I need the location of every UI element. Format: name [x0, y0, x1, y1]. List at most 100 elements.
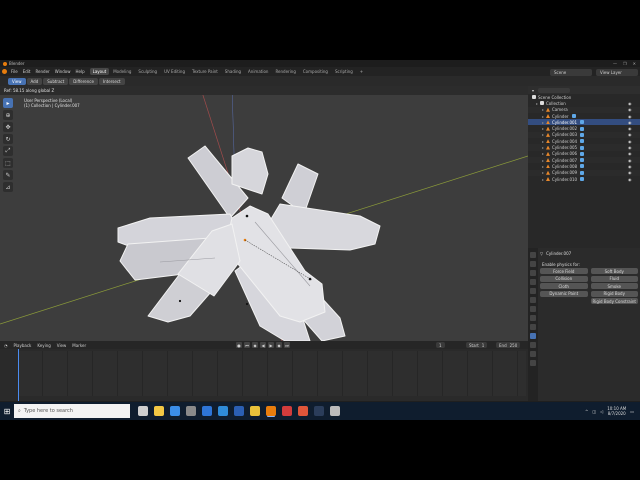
record-icon[interactable]: ●: [236, 342, 242, 348]
mode-difference-button[interactable]: Difference: [69, 77, 98, 85]
scene-render[interactable]: [0, 86, 528, 341]
physics-tab-icon[interactable]: [530, 333, 536, 339]
expand-arrow-icon[interactable]: ▸: [542, 114, 546, 119]
blender-icon[interactable]: [266, 406, 276, 416]
expand-arrow-icon[interactable]: ▸: [542, 151, 546, 156]
menu-window[interactable]: Window: [55, 69, 71, 74]
material-tab-icon[interactable]: [530, 360, 536, 366]
cylinder-cluster[interactable]: [117, 145, 381, 341]
physics-fluid-button[interactable]: Fluid: [590, 275, 638, 282]
expand-arrow-icon[interactable]: ▸: [542, 120, 546, 125]
visibility-toggle-icon[interactable]: ◉: [628, 170, 637, 175]
tool-tab-icon[interactable]: [530, 252, 536, 258]
network-icon[interactable]: ◫: [592, 409, 596, 414]
select-icon[interactable]: ▸: [3, 98, 13, 108]
jump-start-icon[interactable]: ⏮: [244, 342, 250, 348]
outliner-object-row[interactable]: ▸ Cylinder.010 ◉: [528, 176, 640, 182]
play-icon[interactable]: ▶: [268, 342, 274, 348]
expand-arrow-icon[interactable]: ▸: [542, 164, 546, 169]
jump-end-icon[interactable]: ⏭: [284, 342, 290, 348]
visibility-toggle-icon[interactable]: ◉: [628, 114, 637, 119]
workspace-tab-modeling[interactable]: Modeling: [110, 68, 134, 75]
particles-tab-icon[interactable]: [530, 324, 536, 330]
expand-arrow-icon[interactable]: ▸: [542, 139, 546, 144]
scene-selector[interactable]: Scene: [550, 69, 592, 76]
close-button[interactable]: ✕: [633, 61, 636, 66]
expand-arrow-icon[interactable]: ▸: [542, 177, 546, 182]
data-tab-icon[interactable]: [530, 351, 536, 357]
physics-dynamic-paint-button[interactable]: Dynamic Paint: [540, 290, 588, 297]
store-icon[interactable]: [170, 406, 180, 416]
task-view-icon[interactable]: [138, 406, 148, 416]
taskbar-search-box[interactable]: ⌕ Type here to search: [14, 404, 130, 418]
workspace-tab-texture-paint[interactable]: Texture Paint: [189, 68, 221, 75]
volume-icon[interactable]: ◁: [600, 409, 603, 414]
visibility-toggle-icon[interactable]: ◉: [628, 145, 637, 150]
calculator-icon[interactable]: [186, 406, 196, 416]
timeline-menu-view[interactable]: View: [57, 343, 67, 348]
next-key-icon[interactable]: ◆: [276, 342, 282, 348]
constraints-tab-icon[interactable]: [530, 342, 536, 348]
chevron-up-icon[interactable]: ^: [585, 409, 588, 414]
timeline-playhead[interactable]: [18, 349, 19, 401]
notifications-icon[interactable]: ▭: [630, 409, 634, 414]
cursor-icon[interactable]: ⊕: [3, 110, 13, 120]
play-reverse-icon[interactable]: ◀: [260, 342, 266, 348]
add-workspace-button[interactable]: +: [357, 68, 366, 75]
editor-type-icon[interactable]: ◔: [4, 343, 8, 348]
visibility-toggle-icon[interactable]: ◉: [628, 120, 637, 125]
prev-key-icon[interactable]: ◆: [252, 342, 258, 348]
render-tab-icon[interactable]: [530, 261, 536, 267]
expand-arrow-icon[interactable]: ▸: [542, 132, 546, 137]
workspace-tab-layout[interactable]: Layout: [89, 68, 110, 75]
taskbar-clock[interactable]: 10:10 AM 8/7/2020: [607, 406, 626, 416]
end-frame-field[interactable]: End 250: [496, 342, 521, 348]
menu-render[interactable]: Render: [35, 69, 49, 74]
expand-arrow-icon[interactable]: ▸: [542, 145, 546, 150]
visibility-toggle-icon[interactable]: ◉: [628, 126, 637, 131]
outliner-search-input[interactable]: [538, 87, 571, 93]
scene-tab-icon[interactable]: [530, 288, 536, 294]
rotate-icon[interactable]: ↻: [3, 134, 13, 144]
workspace-tab-rendering[interactable]: Rendering: [272, 68, 298, 75]
output-tab-icon[interactable]: [530, 270, 536, 276]
visibility-toggle-icon[interactable]: ◉: [628, 158, 637, 163]
maximize-button[interactable]: ❐: [623, 61, 627, 66]
physics-collision-button[interactable]: Collision: [540, 275, 588, 282]
view-layer-tab-icon[interactable]: [530, 279, 536, 285]
steam-icon[interactable]: [314, 406, 324, 416]
start-frame-field[interactable]: Start 1: [466, 342, 488, 348]
chrome-icon[interactable]: [250, 406, 260, 416]
visibility-toggle-icon[interactable]: ◉: [628, 139, 637, 144]
settings-icon[interactable]: [330, 406, 340, 416]
edge-icon[interactable]: [218, 406, 228, 416]
visibility-toggle-icon[interactable]: ◉: [628, 132, 637, 137]
visibility-toggle-icon[interactable]: ◉: [628, 164, 637, 169]
workspace-tab-uv-editing[interactable]: UV Editing: [161, 68, 188, 75]
visibility-toggle-icon[interactable]: ◉: [628, 177, 637, 182]
3d-viewport[interactable]: Ref: 58.15 along global Z User Perspecti…: [0, 86, 528, 341]
object-tab-icon[interactable]: [530, 306, 536, 312]
physics-soft-body-button[interactable]: Soft Body: [590, 268, 638, 274]
minimize-button[interactable]: —: [613, 61, 617, 66]
mode-intersect-button[interactable]: Intersect: [98, 77, 125, 85]
expand-arrow-icon[interactable]: ▸: [542, 126, 546, 131]
brave-icon[interactable]: [298, 406, 308, 416]
mode-subtract-button[interactable]: Subtract: [43, 77, 69, 85]
physics-rigid-body-button[interactable]: Rigid Body: [590, 290, 638, 297]
word-icon[interactable]: [234, 406, 244, 416]
workspace-tab-animation[interactable]: Animation: [245, 68, 271, 75]
mode-add-button[interactable]: Add: [26, 77, 43, 85]
expand-arrow-icon[interactable]: ▸: [542, 158, 546, 163]
workspace-tab-compositing[interactable]: Compositing: [300, 68, 331, 75]
visibility-toggle-icon[interactable]: ◉: [628, 107, 637, 112]
expand-arrow-icon[interactable]: ▸: [542, 170, 546, 175]
mail-icon[interactable]: [202, 406, 212, 416]
transform-icon[interactable]: ⬚: [3, 158, 13, 168]
menu-edit[interactable]: Edit: [23, 69, 31, 74]
mode-view-button[interactable]: View: [8, 77, 26, 85]
workspace-tab-sculpting[interactable]: Sculpting: [135, 68, 160, 75]
windows-start-icon[interactable]: ⊞: [0, 402, 14, 420]
timeline-menu-marker[interactable]: Marker: [72, 343, 86, 348]
blender-menu-icon[interactable]: [2, 69, 7, 74]
